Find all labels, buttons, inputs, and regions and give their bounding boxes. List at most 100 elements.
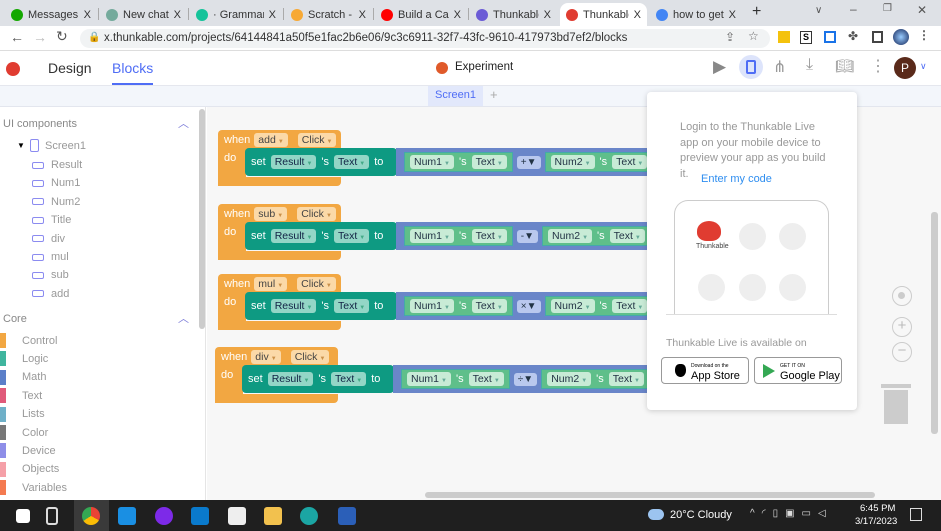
side-panel-icon[interactable] [872,31,883,43]
canva-icon[interactable] [155,507,173,525]
windows-start-icon[interactable] [16,509,30,523]
tab-search-chevron-icon[interactable]: ∨ [815,5,822,16]
num2-text-getter[interactable]: Num2 ▼'s Text ▼ [544,296,654,316]
extension-highlighter-icon[interactable] [778,31,790,43]
project-name[interactable]: Experiment [455,61,513,73]
recenter-icon[interactable] [892,286,912,306]
play-icon[interactable]: ▶ [713,57,726,77]
component-item[interactable]: Result [32,159,82,171]
share-nodes-icon[interactable]: ⋔ [773,57,786,77]
num1-text-getter[interactable]: Num1 ▼'s Text ▼ [404,296,513,316]
zoom-in-icon[interactable]: + [892,317,912,337]
property-dropdown[interactable]: Text ▼ [331,372,367,386]
tab-blocks[interactable]: Blocks [112,60,154,85]
task-view-icon[interactable] [46,507,58,525]
num1-text-getter[interactable]: Num1 ▼'s Text ▼ [401,369,510,389]
tab-close-icon[interactable]: X [544,9,551,21]
menu-kebab-icon[interactable]: ⋮ [918,28,930,42]
mail-icon[interactable] [118,507,136,525]
num2-text-getter[interactable]: Num2 ▼'s Text ▼ [541,369,650,389]
bookmark-star-icon[interactable]: ☆ [748,29,759,43]
property-dropdown[interactable]: Text ▼ [612,155,648,169]
core-category-lists[interactable]: Lists [0,406,45,422]
target-dropdown[interactable]: Result ▼ [270,229,317,243]
word-icon[interactable] [338,507,356,525]
chrome-taskbar-button[interactable] [74,500,109,531]
core-category-math[interactable]: Math [0,369,46,385]
browser-tab[interactable]: · Grammarl X [190,3,282,26]
tab-design[interactable]: Design [48,60,92,76]
math-operation-block[interactable]: Num1 ▼'s Text ▼ ×▼ Num2 ▼'s Text ▼ [396,292,656,320]
component-item[interactable]: Title [32,214,71,226]
property-dropdown[interactable]: Text ▼ [334,155,370,169]
tab-close-icon[interactable]: X [634,9,641,21]
extensions-puzzle-icon[interactable]: ✤ [848,29,858,43]
core-category-logic[interactable]: Logic [0,351,48,367]
browser-tab[interactable]: Thunkable X [560,3,647,26]
expand-triangle-icon[interactable]: ▼ [17,141,25,150]
browser-tab[interactable]: New chat X [100,3,187,26]
property-dropdown[interactable]: Text ▼ [609,229,645,243]
window-close-icon[interactable]: ✕ [917,3,927,17]
target-dropdown[interactable]: Result ▼ [270,299,317,313]
math-operation-block[interactable]: Num1 ▼'s Text ▼ -▼ Num2 ▼'s Text ▼ [396,222,656,250]
num1-text-getter[interactable]: Num1 ▼'s Text ▼ [404,226,513,246]
property-dropdown[interactable]: Text ▼ [471,299,507,313]
back-icon[interactable]: ← [10,29,24,45]
target-dropdown[interactable]: Result ▼ [270,155,317,169]
more-kebab-icon[interactable]: ⋮ [870,56,886,76]
component-item[interactable]: add [32,288,69,300]
browser-tab[interactable]: how to get X [650,3,742,26]
component-dropdown[interactable]: Num1 ▼ [410,229,454,243]
docs-book-icon[interactable]: 📖︎ [835,57,854,75]
tab-close-icon[interactable]: X [729,9,736,21]
component-dropdown[interactable]: sub ▼ [254,206,288,221]
core-category-text[interactable]: Text [0,388,42,404]
restore-icon[interactable]: ❐ [883,3,892,14]
core-category-device[interactable]: Device [0,443,56,459]
core-category-control[interactable]: Control [0,333,57,348]
url-input[interactable]: 🔒 x.thunkable.com/projects/64144841a50f5e… [80,29,770,48]
component-dropdown[interactable]: Num1 ▼ [410,155,454,169]
vscode-icon[interactable] [191,507,209,525]
sidebar-scrollbar[interactable] [199,109,205,329]
component-item[interactable]: mul [32,251,69,263]
component-dropdown[interactable]: Num2 ▼ [550,299,595,313]
zoom-out-icon[interactable]: − [892,342,912,362]
set-property-block[interactable]: set Result ▼'s Text ▼ to [245,222,397,250]
component-item[interactable]: Num1 [32,177,80,189]
app-store-button[interactable]: Download on the App Store [661,357,749,384]
component-item[interactable]: Num2 [32,196,80,208]
download-icon[interactable]: ⤓ [806,56,813,74]
forward-icon[interactable]: → [33,29,47,45]
component-dropdown[interactable]: Num2 ▼ [548,229,593,243]
browser-tab[interactable]: Messages X [5,3,97,26]
property-dropdown[interactable]: Text ▼ [334,299,370,313]
collapse-core-chevron-icon[interactable]: ︿ [178,310,189,326]
weather-text[interactable]: 20°C Cloudy [670,509,732,521]
core-category-variables[interactable]: Variables [0,480,67,496]
system-tray-icons[interactable]: ^◜▯▣▭◁ [750,508,833,519]
set-property-block[interactable]: set Result ▼'s Text ▼ to [245,292,397,320]
event-dropdown[interactable]: Click ▼ [297,132,337,147]
reload-icon[interactable]: ↻ [56,28,68,45]
math-operation-block[interactable]: Num1 ▼'s Text ▼ ÷▼ Num2 ▼'s Text ▼ [393,365,653,393]
num2-text-getter[interactable]: Num2 ▼'s Text ▼ [544,152,654,172]
live-test-button[interactable] [739,55,763,79]
math-operation-block[interactable]: Num1 ▼'s Text ▼ +▼ Num2 ▼'s Text ▼ [396,148,656,176]
component-dropdown[interactable]: Num2 ▼ [547,372,592,386]
component-dropdown[interactable]: div ▼ [251,349,281,364]
minimize-icon[interactable]: – [850,2,857,16]
operator-dropdown[interactable]: ÷▼ [513,372,538,386]
extension-capture-icon[interactable] [824,31,836,43]
horizontal-scrollbar[interactable] [425,492,875,498]
num2-text-getter[interactable]: Num2 ▼'s Text ▼ [542,226,651,246]
avatar[interactable]: P [894,57,916,79]
core-category-objects[interactable]: Objects [0,461,59,477]
browser-tab[interactable]: Thunkable X [470,3,557,26]
property-dropdown[interactable]: Text ▼ [471,155,507,169]
screen1-item[interactable]: Screen1 [45,140,86,152]
tab-close-icon[interactable]: X [84,9,91,21]
component-item[interactable]: div [32,233,65,245]
num1-text-getter[interactable]: Num1 ▼'s Text ▼ [404,152,513,172]
